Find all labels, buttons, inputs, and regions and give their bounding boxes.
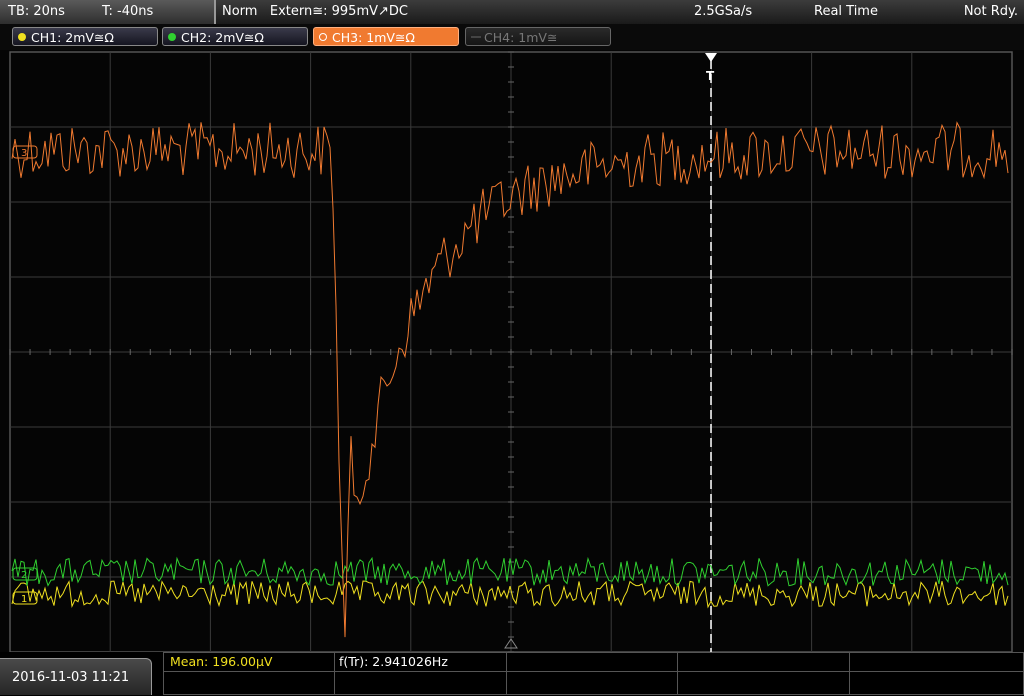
channel-1-label: CH1: 2mV≅Ω <box>31 30 114 45</box>
measurement-cell <box>506 652 678 672</box>
channel-4-indicator-icon <box>471 36 481 38</box>
trigger-status-label: Not Rdy. <box>963 4 1018 19</box>
timebase-label: TB: 20ns <box>8 4 65 19</box>
channel-2-trace <box>11 556 1009 587</box>
waveform-display[interactable]: T 3 2 1 <box>0 50 1024 652</box>
trigger-marker-label: T <box>706 69 715 83</box>
trigger-position-icon[interactable] <box>705 53 717 62</box>
channel-3-button[interactable]: CH3: 1mV≅Ω <box>313 27 459 46</box>
channel-1-indicator-icon <box>18 33 26 41</box>
channel-3-indicator-icon <box>319 33 327 41</box>
trigger-mode-label: Norm <box>222 4 258 19</box>
trigger-source-label: Extern≅: 995mV↗DC <box>269 4 408 19</box>
trigger-time-label: T: -40ns <box>102 4 154 19</box>
measurement-cell <box>334 671 507 695</box>
timebase-panel[interactable]: TB: 20ns T: -40ns <box>0 0 216 24</box>
sample-rate-label[interactable]: 2.5GSa/s <box>694 0 752 24</box>
measurement-table[interactable] <box>163 652 1024 695</box>
frequency-measurement: f(Tr): 2.941026Hz <box>339 654 448 669</box>
channel-2-marker-label: 2 <box>21 570 27 581</box>
channel-2-indicator-icon <box>168 33 176 41</box>
measurement-cell <box>506 671 678 695</box>
channel-1-marker-label: 1 <box>21 594 27 605</box>
channel-4-label: CH4: 1mV≅ <box>484 30 558 45</box>
mean-measurement: Mean: 196.00µV <box>170 654 273 669</box>
date-time-display: 2016-11-03 11:21 <box>0 658 152 695</box>
measurement-cell <box>849 652 1024 672</box>
status-bar: TB: 20ns T: -40ns Norm Extern≅: 995mV↗DC… <box>0 0 1024 25</box>
acquisition-mode-label[interactable]: Real Time <box>814 0 878 24</box>
channel-1-trace <box>11 580 1009 609</box>
trigger-settings[interactable]: Norm Extern≅: 995mV↗DC <box>222 0 408 24</box>
channel-2-button[interactable]: CH2: 2mV≅Ω <box>162 27 308 46</box>
graticule: T 3 2 1 <box>9 51 1013 652</box>
channel-4-button[interactable]: CH4: 1mV≅ <box>465 27 611 46</box>
measurement-cell <box>849 671 1024 695</box>
channel-3-label: CH3: 1mV≅Ω <box>332 30 415 45</box>
channel-3-marker-label: 3 <box>21 148 27 159</box>
measurement-cell <box>163 671 335 695</box>
channel-2-label: CH2: 2mV≅Ω <box>181 30 264 45</box>
channel-1-button[interactable]: CH1: 2mV≅Ω <box>12 27 158 46</box>
channel-1-offset-marker[interactable]: 1 <box>12 591 38 605</box>
measurement-cell <box>677 671 850 695</box>
bottom-bar: 2016-11-03 11:21 Mean: 196.00µV f(Tr): 2… <box>0 652 1024 695</box>
measurement-cell <box>677 652 850 672</box>
channel-strip: CH1: 2mV≅Ω CH2: 2mV≅Ω CH3: 1mV≅Ω CH4: 1m… <box>0 24 1024 50</box>
